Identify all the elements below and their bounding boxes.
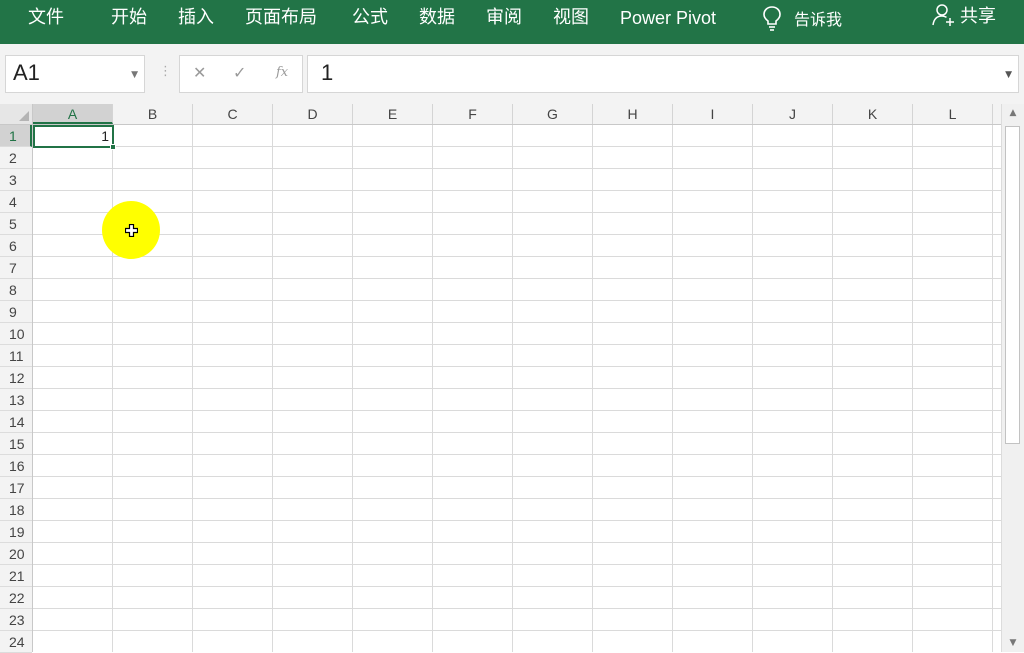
tab-home[interactable]: 开始 bbox=[111, 0, 147, 36]
formula-bar-area: A1 ▼ ⋮ ✕ ✓ fx 1 ▼ bbox=[0, 44, 1024, 104]
row-header[interactable]: 10 bbox=[0, 323, 32, 345]
row-header[interactable]: 7 bbox=[0, 257, 32, 279]
cell-cross-cursor-icon bbox=[125, 224, 138, 237]
tell-me-box[interactable]: 告诉我 bbox=[762, 0, 842, 36]
scrollbar-thumb[interactable] bbox=[1005, 126, 1020, 444]
cancel-icon[interactable]: ✕ bbox=[193, 63, 206, 82]
fill-handle[interactable] bbox=[110, 144, 116, 150]
expand-formula-icon[interactable]: ▼ bbox=[1005, 70, 1012, 80]
column-header[interactable]: J bbox=[753, 104, 833, 124]
chevron-down-icon[interactable]: ▼ bbox=[131, 70, 138, 80]
row-header[interactable]: 5 bbox=[0, 213, 32, 235]
scroll-down-icon[interactable]: ▼ bbox=[1002, 634, 1024, 652]
column-header[interactable]: H bbox=[593, 104, 673, 124]
column-header[interactable]: I bbox=[673, 104, 753, 124]
row-header[interactable]: 12 bbox=[0, 367, 32, 389]
row-header[interactable]: 23 bbox=[0, 609, 32, 631]
column-header[interactable]: E bbox=[353, 104, 433, 124]
formula-input[interactable]: 1 ▼ bbox=[307, 55, 1019, 93]
row-header[interactable]: 20 bbox=[0, 543, 32, 565]
name-box-value: A1 bbox=[13, 60, 40, 85]
share-button[interactable]: 共享 bbox=[932, 0, 996, 30]
tab-file[interactable]: 文件 bbox=[28, 0, 64, 36]
row-header[interactable]: 17 bbox=[0, 477, 32, 499]
ribbon-tab-bar: 文件 开始 插入 页面布局 公式 数据 审阅 视图 Power Pivot 告诉… bbox=[0, 0, 1024, 44]
tab-data[interactable]: 数据 bbox=[419, 0, 455, 36]
formula-value: 1 bbox=[321, 60, 334, 85]
tab-page-layout[interactable]: 页面布局 bbox=[245, 0, 317, 36]
column-header[interactable]: B bbox=[113, 104, 193, 124]
row-header[interactable]: 21 bbox=[0, 565, 32, 587]
column-header[interactable]: L bbox=[913, 104, 993, 124]
name-box[interactable]: A1 ▼ bbox=[5, 55, 145, 93]
row-header[interactable]: 13 bbox=[0, 389, 32, 411]
column-header[interactable]: G bbox=[513, 104, 593, 124]
column-headers: A B C D E F G H I J K L bbox=[33, 104, 1001, 125]
row-header[interactable]: 1 bbox=[0, 125, 32, 147]
column-header[interactable]: K bbox=[833, 104, 913, 124]
insert-function-icon[interactable]: fx bbox=[276, 65, 288, 80]
vertical-scrollbar[interactable]: ▲ ▼ bbox=[1001, 104, 1024, 652]
formula-buttons: ✕ ✓ fx bbox=[179, 55, 303, 93]
row-header[interactable]: 6 bbox=[0, 235, 32, 257]
tab-review[interactable]: 审阅 bbox=[486, 0, 522, 36]
row-header[interactable]: 3 bbox=[0, 169, 32, 191]
row-header[interactable]: 8 bbox=[0, 279, 32, 301]
tab-view[interactable]: 视图 bbox=[553, 0, 589, 36]
tell-me-label: 告诉我 bbox=[794, 10, 843, 29]
column-header[interactable]: A bbox=[33, 104, 113, 124]
cell-grid[interactable]: 1 bbox=[33, 125, 1001, 652]
vertical-dots-icon[interactable]: ⋮ bbox=[159, 64, 172, 79]
scroll-up-icon[interactable]: ▲ bbox=[1002, 104, 1024, 122]
select-all-triangle-icon bbox=[19, 111, 29, 121]
column-header[interactable]: D bbox=[273, 104, 353, 124]
row-header[interactable]: 11 bbox=[0, 345, 32, 367]
share-label: 共享 bbox=[960, 6, 996, 27]
row-header[interactable]: 18 bbox=[0, 499, 32, 521]
row-header[interactable]: 14 bbox=[0, 411, 32, 433]
enter-icon[interactable]: ✓ bbox=[233, 63, 246, 82]
tab-insert[interactable]: 插入 bbox=[178, 0, 214, 36]
select-all-button[interactable] bbox=[0, 104, 33, 125]
row-header[interactable]: 9 bbox=[0, 301, 32, 323]
active-cell-border bbox=[33, 125, 114, 148]
row-header[interactable]: 19 bbox=[0, 521, 32, 543]
person-add-icon bbox=[932, 4, 954, 26]
row-header[interactable]: 22 bbox=[0, 587, 32, 609]
tab-formulas[interactable]: 公式 bbox=[352, 0, 388, 36]
row-header[interactable]: 2 bbox=[0, 147, 32, 169]
row-header[interactable]: 4 bbox=[0, 191, 32, 213]
column-header[interactable]: C bbox=[193, 104, 273, 124]
row-header[interactable]: 15 bbox=[0, 433, 32, 455]
lightbulb-icon bbox=[763, 6, 781, 31]
column-header[interactable]: F bbox=[433, 104, 513, 124]
tab-power-pivot[interactable]: Power Pivot bbox=[620, 0, 716, 36]
row-header[interactable]: 16 bbox=[0, 455, 32, 477]
row-header[interactable]: 24 bbox=[0, 631, 32, 653]
row-headers: 1 2 3 4 5 6 7 8 9 10 11 12 13 14 15 16 1… bbox=[0, 125, 33, 653]
